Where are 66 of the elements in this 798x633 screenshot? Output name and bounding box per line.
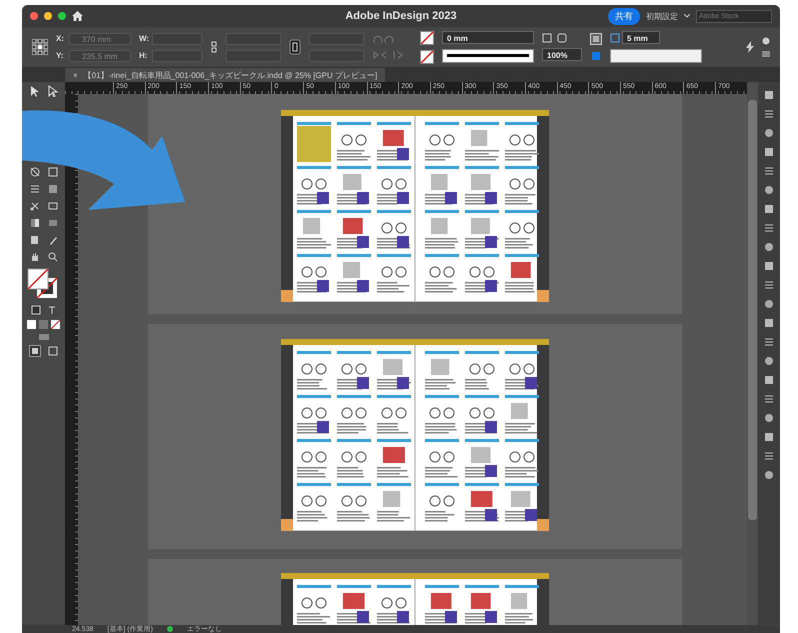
input-field[interactable] bbox=[152, 50, 202, 62]
constrain-icon[interactable] bbox=[289, 39, 301, 55]
spacing-field[interactable]: 5 mm bbox=[622, 31, 660, 44]
reference-point-icon bbox=[32, 39, 48, 55]
stroke-type-dropdown[interactable] bbox=[442, 49, 534, 63]
apply-color-icon[interactable] bbox=[30, 305, 40, 315]
panel-icon[interactable] bbox=[764, 90, 774, 100]
home-icon[interactable] bbox=[72, 11, 83, 21]
tool-icon[interactable] bbox=[28, 217, 40, 229]
input-field[interactable] bbox=[152, 32, 202, 44]
window-title: Adobe InDesign 2023 bbox=[345, 10, 457, 22]
panel-icon[interactable] bbox=[764, 470, 774, 480]
preview-mode-icon[interactable] bbox=[46, 345, 58, 357]
input-field[interactable]: 235.5 mm bbox=[69, 50, 131, 62]
opacity-field[interactable]: 100% bbox=[542, 48, 582, 61]
panel-icon[interactable] bbox=[764, 166, 774, 176]
fill-stroke-swatch-icon[interactable] bbox=[26, 268, 60, 300]
close-window-button[interactable] bbox=[30, 12, 38, 20]
stroke-swatch-icon[interactable] bbox=[420, 50, 434, 64]
field-label: H: bbox=[139, 51, 148, 60]
tool-icon[interactable] bbox=[46, 85, 58, 97]
minimize-window-button[interactable] bbox=[44, 12, 52, 20]
dropdown-field[interactable] bbox=[309, 50, 364, 62]
panel-icon[interactable] bbox=[764, 337, 774, 347]
tool-icon[interactable] bbox=[28, 166, 40, 178]
dropdown-field[interactable] bbox=[226, 50, 281, 62]
dropdown-field[interactable] bbox=[226, 32, 281, 44]
tab-close-button[interactable]: × bbox=[73, 70, 78, 80]
color-dropdown[interactable] bbox=[610, 49, 702, 63]
panel-icon[interactable] bbox=[764, 451, 774, 461]
tool-icon[interactable] bbox=[28, 200, 40, 212]
link-icon[interactable] bbox=[210, 41, 218, 53]
scrollbar-thumb[interactable] bbox=[748, 100, 757, 520]
dropdown-field[interactable] bbox=[309, 32, 364, 44]
panel-icon[interactable] bbox=[764, 280, 774, 290]
document-tab[interactable]: × 【01】-rinei_自転車用品_001-006_キッズビークル.indd @ 25% [GPU プレビュー] bbox=[65, 68, 386, 82]
align-icon[interactable] bbox=[590, 32, 602, 44]
field-label: X: bbox=[56, 34, 65, 43]
spacing-icon bbox=[610, 32, 620, 42]
workspace-menu[interactable]: 初期設定 bbox=[646, 10, 678, 22]
tool-icon[interactable] bbox=[46, 251, 58, 263]
tool-icon[interactable] bbox=[28, 234, 40, 246]
chevron-down-icon bbox=[684, 14, 690, 18]
field-label: Y: bbox=[56, 51, 64, 60]
share-button[interactable]: 共有 bbox=[608, 8, 640, 24]
status-dot bbox=[166, 626, 173, 632]
tool-icon[interactable] bbox=[46, 166, 58, 178]
panel-icon[interactable] bbox=[764, 394, 774, 404]
normal-view-icon[interactable] bbox=[28, 345, 40, 357]
field-label: W: bbox=[139, 34, 150, 43]
zoom-window-button[interactable] bbox=[58, 12, 66, 20]
tool-icon[interactable] bbox=[46, 200, 58, 212]
lightning-icon[interactable] bbox=[746, 41, 754, 53]
gear-icon[interactable] bbox=[762, 36, 770, 44]
none-icon[interactable] bbox=[51, 320, 60, 329]
menu-icon[interactable] bbox=[762, 50, 770, 58]
panel-icon[interactable] bbox=[764, 109, 774, 119]
tool-icon[interactable] bbox=[28, 85, 40, 97]
tool-icon[interactable] bbox=[46, 183, 58, 195]
tool-icon[interactable] bbox=[28, 183, 40, 195]
input-field[interactable]: 370 mm bbox=[69, 32, 131, 44]
panel-icon[interactable] bbox=[764, 223, 774, 233]
stroke-weight-field[interactable]: 0 mm bbox=[442, 31, 534, 44]
document-title: 【01】-rinei_自転車用品_001-006_キッズビークル.indd @ 25% [GPU プレビュー] bbox=[84, 70, 378, 80]
fill-swatch-icon[interactable] bbox=[420, 30, 434, 44]
color-icon[interactable] bbox=[27, 320, 36, 329]
